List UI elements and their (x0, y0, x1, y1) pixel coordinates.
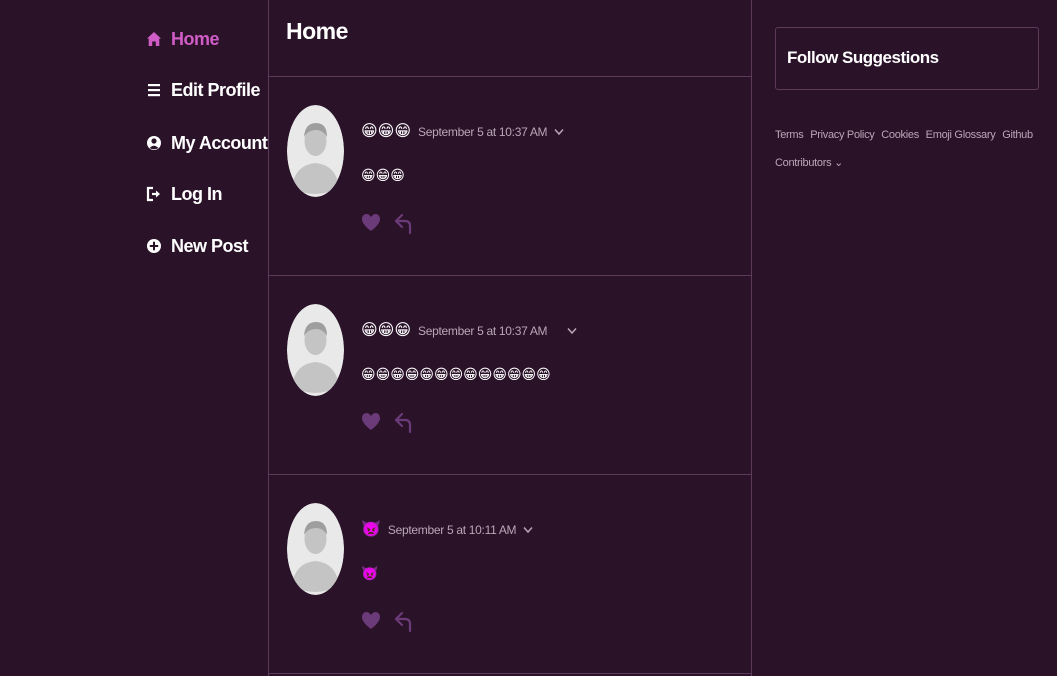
nav-item-edit-profile[interactable]: Edit Profile (146, 75, 261, 105)
post-timestamp[interactable]: September 5 at 10:37 AM (418, 324, 547, 338)
reply-icon[interactable] (393, 609, 415, 633)
post-timestamp[interactable]: September 5 at 10:37 AM (418, 125, 547, 139)
chevron-down-icon[interactable] (567, 327, 577, 335)
follow-suggestions-panel: Follow Suggestions (775, 27, 1039, 90)
nav-label-home: Home (171, 28, 220, 49)
follow-suggestions-title: Follow Suggestions (787, 48, 939, 67)
feed-header: Home (269, 0, 751, 77)
post-author-emoji[interactable]: 😁😁😁 (361, 321, 411, 341)
nav-item-new-post[interactable]: New Post (146, 231, 249, 261)
post-actions (361, 609, 415, 633)
reply-icon[interactable] (393, 410, 415, 434)
chevron-down-icon[interactable] (554, 128, 564, 136)
nav-item-home[interactable]: Home (146, 24, 220, 54)
nav-label-my-account: My Account (171, 132, 268, 153)
post-author-emoji[interactable]: 👿 (361, 520, 381, 540)
reply-icon[interactable] (393, 211, 415, 235)
plus-circle-icon (146, 237, 162, 255)
login-icon (146, 185, 162, 203)
chevron-down-icon: ⌄ (831, 157, 844, 169)
post-content: 😁😁😁😁😁😁😁😁😁😁😁😁😁 (361, 366, 551, 382)
chevron-down-icon[interactable] (523, 526, 533, 534)
footer-link-github[interactable]: Github (1002, 129, 1033, 141)
home-icon (146, 30, 162, 48)
footer-link-terms[interactable]: Terms (775, 129, 804, 141)
post-header: 😁😁😁 September 5 at 10:37 AM (361, 319, 577, 343)
primary-nav: Home Edit Profile My Account Log In New … (0, 0, 268, 676)
heart-icon[interactable] (361, 611, 381, 631)
avatar[interactable] (287, 304, 344, 396)
footer-link-emoji-glossary[interactable]: Emoji Glossary (926, 129, 996, 141)
post-timestamp[interactable]: September 5 at 10:11 AM (388, 523, 517, 537)
post-content: 😁😁😁 (361, 167, 405, 183)
nav-label-log-in: Log In (171, 183, 222, 204)
user-icon (146, 134, 162, 152)
menu-icon (146, 81, 162, 99)
nav-label-new-post: New Post (171, 235, 249, 256)
post-card: 😁😁😁 September 5 at 10:37 AM 😁😁😁😁😁😁😁😁😁😁😁😁… (269, 276, 751, 475)
contributors-label: Contributors (775, 157, 832, 169)
post-actions (361, 211, 415, 235)
post-header: 👿 September 5 at 10:11 AM (361, 518, 533, 542)
nav-item-log-in[interactable]: Log In (146, 179, 222, 209)
avatar[interactable] (287, 503, 344, 595)
post-header: 😁😁😁 September 5 at 10:37 AM (361, 120, 564, 144)
post-card: 👿 September 5 at 10:11 AM 👿 (269, 475, 751, 674)
avatar[interactable] (287, 105, 344, 197)
post-author-emoji[interactable]: 😁😁😁 (361, 122, 411, 142)
main-feed: Home 😁😁😁 September 5 at 10:37 AM 😁😁😁 😁😁😁… (268, 0, 752, 676)
footer-link-cookies[interactable]: Cookies (881, 129, 919, 141)
page-title: Home (286, 18, 348, 44)
post-card: 😁😁😁 September 5 at 10:37 AM 😁😁😁 (269, 77, 751, 276)
post-content: 👿 (361, 565, 379, 581)
nav-item-my-account[interactable]: My Account (146, 128, 268, 158)
heart-icon[interactable] (361, 412, 381, 432)
footer-link-privacy[interactable]: Privacy Policy (810, 129, 875, 141)
post-actions (361, 410, 415, 434)
contributors-toggle[interactable]: Contributors ⌄ (775, 157, 843, 169)
heart-icon[interactable] (361, 213, 381, 233)
footer-links: Terms Privacy Policy Cookies Emoji Gloss… (775, 121, 1039, 177)
nav-label-edit-profile: Edit Profile (171, 79, 261, 100)
